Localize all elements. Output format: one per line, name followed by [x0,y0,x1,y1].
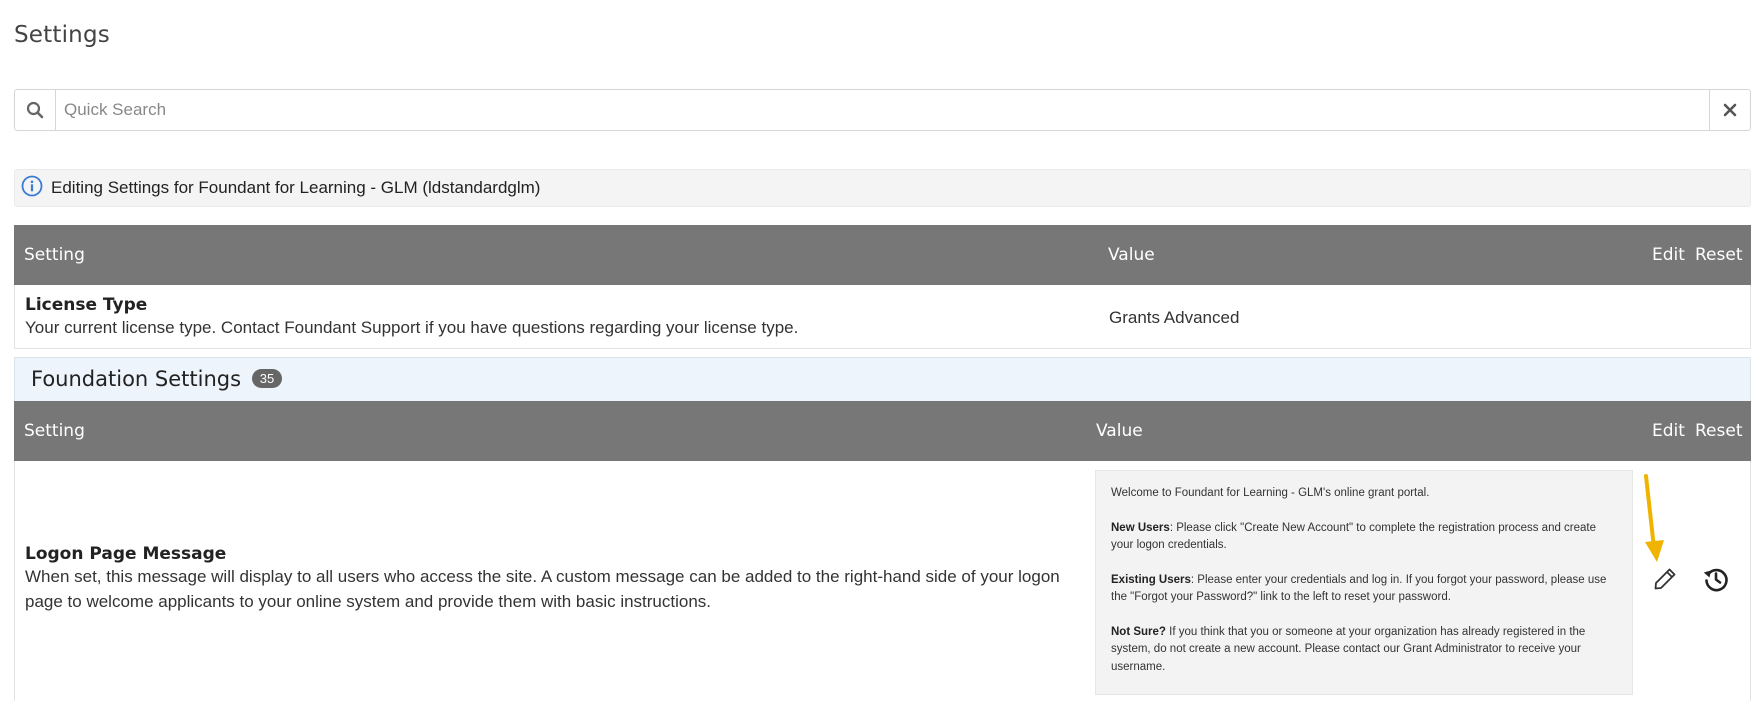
existing-users-label: Existing Users [1111,573,1191,586]
new-users-label: New Users [1111,521,1170,534]
column-header-setting: Setting [24,245,85,265]
search-icon[interactable] [15,90,56,130]
column-header-reset: Reset [1695,421,1743,441]
close-icon[interactable] [1709,90,1750,130]
info-text: Editing Settings for Foundant for Learni… [51,178,541,197]
column-header-edit: Edit [1652,421,1685,441]
logon-message-value: Welcome to Foundant for Learning - GLM's… [1095,470,1633,695]
column-header-value: Value [1108,245,1155,265]
column-header-value: Value [1096,421,1143,441]
setting-description: Your current license type. Contact Found… [25,318,799,337]
history-icon[interactable] [1702,565,1730,598]
value-existing-users: Existing Users: Please enter your creden… [1111,572,1617,607]
not-sure-text: If you think that you or someone at your… [1111,625,1586,673]
setting-name: Logon Page Message [25,544,227,564]
pencil-icon[interactable] [1652,566,1678,597]
page-title: Settings [14,22,110,48]
setting-value: Grants Advanced [1109,308,1240,327]
column-header-reset: Reset [1695,245,1743,265]
search-input[interactable] [56,90,1709,130]
setting-name: License Type [25,295,148,315]
value-intro: Welcome to Foundant for Learning - GLM's… [1111,487,1430,499]
info-banner: Editing Settings for Foundant for Learni… [14,169,1751,207]
value-not-sure: Not Sure? If you think that you or someo… [1111,624,1617,677]
section-title: Foundation Settings [31,367,242,391]
foundation-settings-section-header[interactable]: Foundation Settings 35 [14,357,1751,401]
search-bar [14,89,1751,131]
column-header-edit: Edit [1652,245,1685,265]
new-users-text: : Please click "Create New Account" to c… [1111,521,1597,552]
value-new-users: New Users: Please click "Create New Acco… [1111,520,1617,555]
count-badge: 35 [251,369,283,388]
table-row-license-type: License Type Your current license type. … [14,285,1751,349]
arrow-down-icon [1644,474,1664,562]
foundation-table-header: Setting Value Edit Reset [14,401,1751,461]
column-header-setting: Setting [24,421,85,441]
setting-description: When set, this message will display to a… [25,567,1060,611]
license-table-header: Setting Value Edit Reset [14,225,1751,285]
not-sure-label: Not Sure? [1111,625,1166,638]
info-icon [21,175,43,202]
